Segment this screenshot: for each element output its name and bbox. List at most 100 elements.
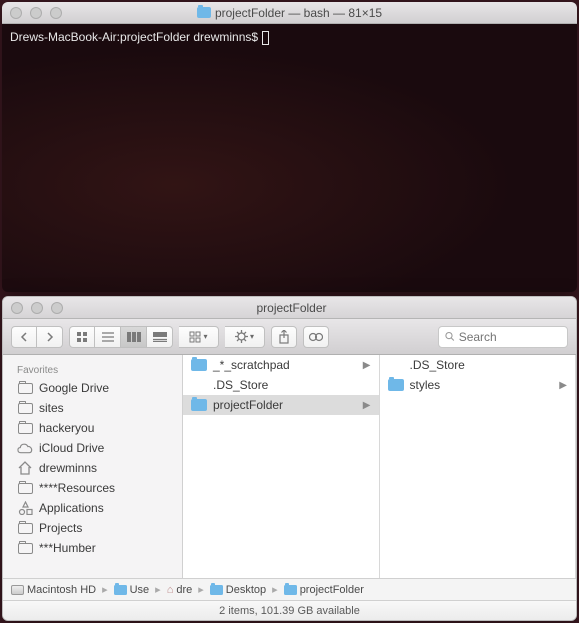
file-item[interactable]: .DS_Store [380,355,576,375]
path-label: Use [130,584,150,596]
finder-toolbar: ▾ ▾ [3,319,576,355]
view-buttons [69,326,173,348]
pathbar: Macintosh HD▸Use▸⌂dre▸Desktop▸projectFol… [3,578,576,600]
cloud-icon [17,442,33,455]
folder-icon [284,585,297,595]
back-button[interactable] [11,326,37,348]
path-label: projectFolder [300,584,364,596]
path-segment[interactable]: ⌂dre [167,584,193,596]
search-input[interactable] [459,330,561,344]
apps-icon [17,502,33,515]
statusbar: 2 items, 101.39 GB available [3,600,576,620]
folder-icon [191,399,207,411]
folder-icon [17,522,33,535]
path-segment[interactable]: Macintosh HD [11,584,96,596]
chevron-right-icon: ▶ [559,380,567,391]
terminal-titlebar: projectFolder — bash — 81×15 [2,2,577,24]
search-box[interactable] [438,326,568,348]
action-button[interactable]: ▾ [225,326,265,348]
home-icon [17,462,33,475]
folder-icon [17,422,33,435]
file-label: _*_scratchpad [213,358,290,372]
terminal-window: projectFolder — bash — 81×15 Drews-MacBo… [2,2,577,292]
file-item[interactable]: _*_scratchpad ▶ [183,355,379,375]
column-view: _*_scratchpad▶.DS_StoreprojectFolder▶.DS… [183,355,576,578]
finder-body: Favorites Google Drive sites hackeryou iClo… [3,355,576,578]
cursor-icon [262,31,269,45]
folder-icon [191,359,207,371]
home-icon: ⌂ [167,584,174,596]
terminal-title-text: projectFolder — bash — 81×15 [215,6,382,20]
file-label: .DS_Store [213,378,268,392]
finder-window: projectFolder ▾ ▾ Favorites Google D [2,296,577,621]
sidebar-item-label: hackeryou [39,421,94,435]
coverflow-view-button[interactable] [147,326,173,348]
sidebar-item-label: iCloud Drive [39,441,104,455]
sidebar-header: Favorites [3,361,182,378]
path-label: dre [176,584,192,596]
icon-view-button[interactable] [69,326,95,348]
file-item[interactable]: .DS_Store [183,375,379,395]
arrange-button[interactable]: ▾ [179,326,219,348]
folder-icon [17,482,33,495]
arrange-group: ▾ [179,326,219,348]
chevron-right-icon: ▸ [270,583,280,596]
path-label: Desktop [226,584,266,596]
column-view-button[interactable] [121,326,147,348]
terminal-body[interactable]: Drews-MacBook-Air:projectFolder drewminn… [2,24,577,292]
sidebar-item-label: sites [39,401,64,415]
sidebar-item--humber[interactable]: ***Humber [3,538,182,558]
file-label: .DS_Store [410,358,465,372]
chevron-right-icon: ▶ [363,360,371,371]
share-button[interactable] [271,326,297,348]
folder-icon [388,379,404,391]
column-0: _*_scratchpad ▶ .DS_Store projectFolder ▶ [183,355,380,578]
file-label: projectFolder [213,398,283,412]
folder-icon [17,382,33,395]
folder-icon [210,585,223,595]
sidebar-item-label: drewminns [39,461,97,475]
terminal-title: projectFolder — bash — 81×15 [2,6,577,20]
chevron-right-icon: ▶ [363,400,371,411]
forward-button[interactable] [37,326,63,348]
sidebar-item-label: ***Humber [39,541,96,555]
folder-icon [197,7,211,18]
chevron-right-icon: ▸ [153,583,163,596]
sidebar-item--resources[interactable]: ****Resources [3,478,182,498]
finder-title-text: projectFolder [256,301,326,315]
sidebar-item-projects[interactable]: Projects [3,518,182,538]
sidebar-item-google-drive[interactable]: Google Drive [3,378,182,398]
sidebar-item-label: Applications [39,501,104,515]
sidebar-item-label: ****Resources [39,481,115,495]
folder-icon [17,542,33,555]
hdd-icon [11,585,24,595]
file-label: styles [410,378,441,392]
sidebar-item-icloud-drive[interactable]: iCloud Drive [3,438,182,458]
path-label: Macintosh HD [27,584,96,596]
sidebar-item-hackeryou[interactable]: hackeryou [3,418,182,438]
sidebar: Favorites Google Drive sites hackeryou iClo… [3,355,183,578]
sidebar-item-label: Projects [39,521,82,535]
list-view-button[interactable] [95,326,121,348]
file-item[interactable]: styles ▶ [380,375,576,395]
folder-icon [114,585,127,595]
folder-icon [17,402,33,415]
path-segment[interactable]: Desktop [210,584,266,596]
sidebar-item-drewminns[interactable]: drewminns [3,458,182,478]
search-icon [445,331,455,342]
path-segment[interactable]: projectFolder [284,584,364,596]
chevron-right-icon: ▸ [196,583,206,596]
terminal-prompt: Drews-MacBook-Air:projectFolder drewminn… [10,30,258,44]
path-segment[interactable]: Use [114,584,150,596]
sidebar-item-applications[interactable]: Applications [3,498,182,518]
chevron-right-icon: ▸ [100,583,110,596]
finder-titlebar: projectFolder [3,297,576,319]
finder-title: projectFolder [3,301,576,315]
nav-buttons [11,326,63,348]
sidebar-item-label: Google Drive [39,381,109,395]
column-1: .DS_Storestyles ▶ [380,355,577,578]
file-item[interactable]: projectFolder ▶ [183,395,379,415]
tags-button[interactable] [303,326,329,348]
sidebar-item-sites[interactable]: sites [3,398,182,418]
action-group: ▾ [225,326,265,348]
